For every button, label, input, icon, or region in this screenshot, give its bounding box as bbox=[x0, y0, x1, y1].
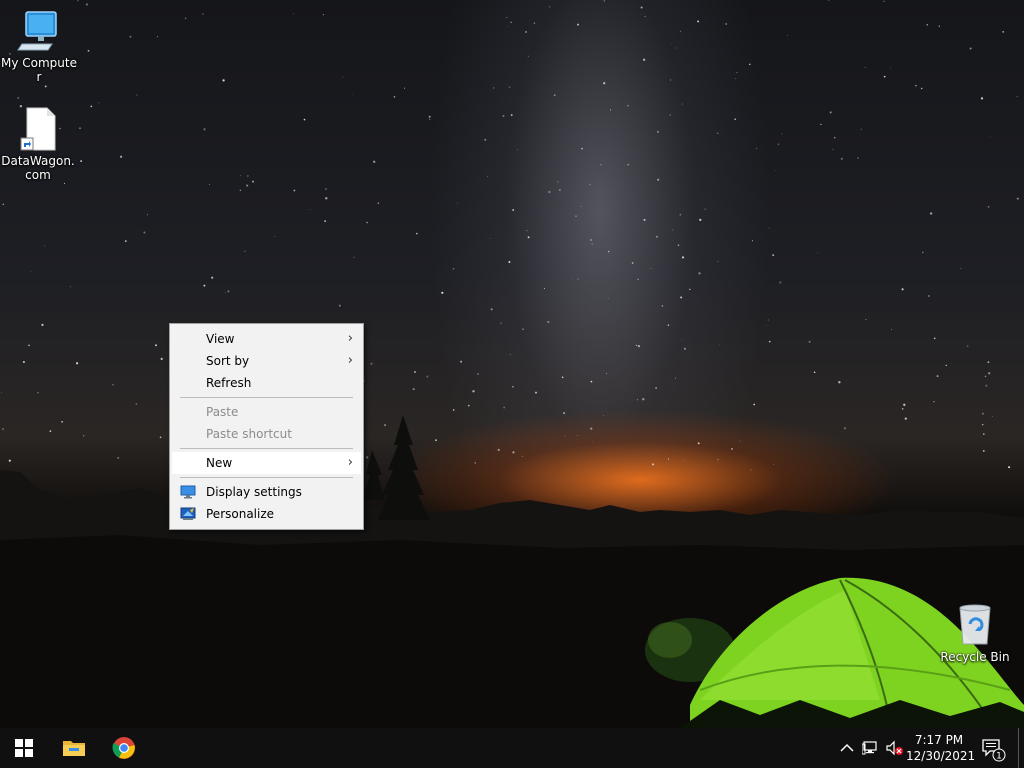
clock-date: 12/30/2021 bbox=[906, 749, 976, 763]
recycle-bin-icon bbox=[959, 604, 991, 645]
file-explorer-button[interactable] bbox=[50, 728, 98, 768]
action-center-button[interactable]: 1 bbox=[978, 734, 1008, 764]
menu-separator bbox=[180, 477, 353, 478]
menu-item-paste[interactable]: Paste bbox=[172, 401, 361, 423]
notification-icon: 1 bbox=[982, 739, 1006, 762]
desktop[interactable]: My Computer DataWagon.com Recycle Bin Vi… bbox=[0, 0, 1024, 728]
menu-item-label: Personalize bbox=[206, 507, 275, 521]
menu-item-personalize[interactable]: Personalize bbox=[172, 503, 361, 525]
volume-muted-icon[interactable] bbox=[886, 740, 904, 756]
menu-item-label: Sort by bbox=[206, 354, 250, 368]
display-icon bbox=[180, 485, 196, 499]
network-icon[interactable] bbox=[862, 740, 880, 756]
desktop-icon-recycle-bin[interactable]: Recycle Bin bbox=[936, 602, 1014, 664]
show-desktop-button[interactable] bbox=[1018, 728, 1024, 768]
menu-separator bbox=[180, 397, 353, 398]
menu-item-label: Refresh bbox=[206, 376, 252, 390]
chrome-icon bbox=[112, 737, 135, 759]
menu-item-label: New bbox=[206, 456, 233, 470]
monitor-icon bbox=[17, 11, 57, 51]
chrome-button[interactable] bbox=[100, 728, 148, 768]
menu-item-sort-by[interactable]: Sort by › bbox=[172, 350, 361, 372]
menu-item-paste-shortcut[interactable]: Paste shortcut bbox=[172, 423, 361, 445]
desktop-icon-datawagon[interactable]: DataWagon.com bbox=[0, 106, 76, 182]
folder-icon bbox=[63, 741, 85, 756]
submenu-arrow-icon: › bbox=[347, 353, 353, 368]
notification-count: 1 bbox=[996, 752, 1002, 762]
menu-separator bbox=[180, 448, 353, 449]
menu-item-label: Paste shortcut bbox=[206, 427, 292, 441]
submenu-arrow-icon: › bbox=[347, 331, 353, 346]
menu-item-label: View bbox=[206, 332, 235, 346]
desktop-icon-label: DataWagon.com bbox=[1, 154, 75, 182]
personalize-icon bbox=[180, 507, 196, 520]
desktop-icon-my-computer[interactable]: My Computer bbox=[0, 8, 78, 84]
menu-item-view[interactable]: View › bbox=[172, 328, 361, 350]
menu-item-label: Display settings bbox=[206, 485, 302, 499]
desktop-icon-label: Recycle Bin bbox=[940, 650, 1010, 664]
menu-item-display-settings[interactable]: Display settings bbox=[172, 481, 361, 503]
menu-item-new[interactable]: New › bbox=[172, 452, 361, 474]
taskbar: 7:17 PM 12/30/2021 1 bbox=[0, 728, 1024, 768]
submenu-arrow-icon: › bbox=[347, 455, 353, 470]
chevron-up-icon[interactable] bbox=[838, 740, 856, 756]
menu-item-refresh[interactable]: Refresh bbox=[172, 372, 361, 394]
clock-time: 7:17 PM bbox=[914, 733, 964, 747]
wallpaper-landscape bbox=[0, 415, 1024, 728]
windows-logo-icon bbox=[15, 739, 33, 757]
desktop-icon-label: My Computer bbox=[1, 56, 77, 84]
menu-item-label: Paste bbox=[206, 405, 239, 419]
taskbar-clock[interactable]: 7:17 PM 12/30/2021 bbox=[906, 732, 976, 764]
desktop-context-menu: View › Sort by › Refresh Paste Paste sho… bbox=[169, 323, 364, 530]
shortcut-file-icon bbox=[20, 107, 56, 151]
start-button[interactable] bbox=[0, 728, 48, 768]
